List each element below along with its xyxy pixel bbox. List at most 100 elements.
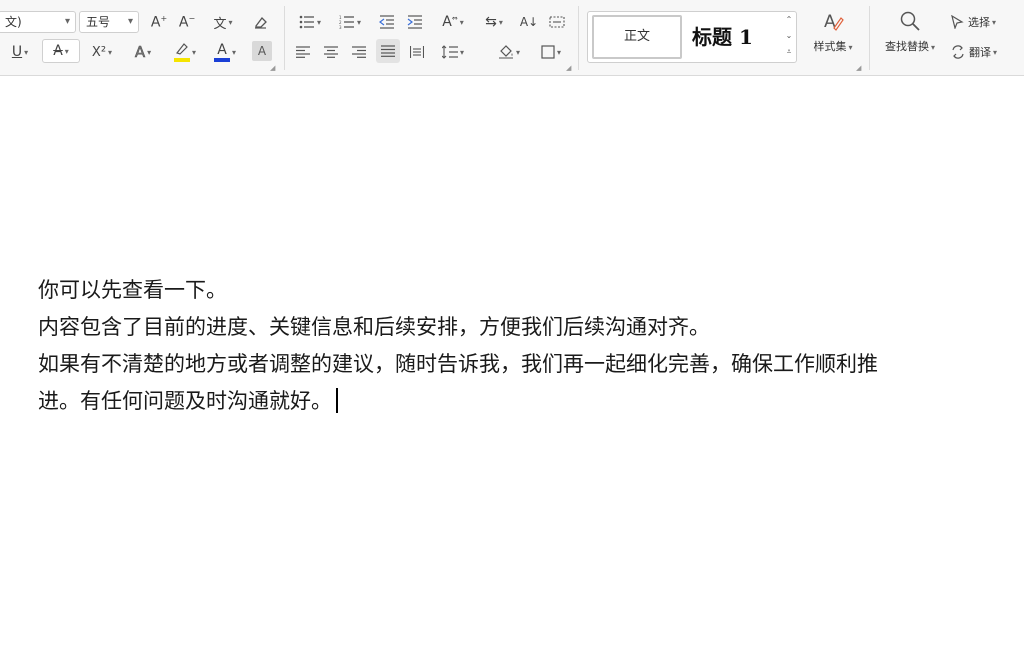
cursor-arrow-icon: [951, 15, 964, 29]
align-right-icon: [352, 46, 366, 58]
group-separator: [284, 6, 285, 70]
chevron-down-icon: ▾: [459, 47, 464, 57]
decrease-indent-button[interactable]: [376, 10, 398, 34]
chevron-down-icon: ▾: [108, 47, 113, 57]
font-size-select[interactable]: 五号 ▾: [79, 11, 139, 33]
translate-label: 翻译: [969, 46, 991, 59]
gallery-scroll-up-button[interactable]: ⌃: [784, 15, 794, 24]
paint-bucket-icon: [498, 45, 513, 59]
paragraph-dialog-launcher[interactable]: ◢: [566, 65, 571, 72]
justify-button[interactable]: [376, 39, 400, 63]
styles-set-button[interactable]: A 样式集 ▾: [804, 10, 862, 62]
chevron-down-icon: ▾: [24, 47, 29, 57]
eraser-icon: [255, 17, 267, 29]
grow-font-icon: A+: [150, 13, 168, 31]
justify-icon: [381, 45, 395, 57]
distribute-button[interactable]: [406, 40, 428, 64]
underline-button[interactable]: U ▾: [4, 40, 36, 64]
shrink-font-icon: A−: [178, 13, 196, 31]
group-separator: [578, 6, 579, 70]
font-name-select[interactable]: 文) ▾: [0, 11, 76, 33]
chevron-down-icon: ▾: [64, 46, 69, 56]
text-direction-button[interactable]: ⇆ ▾: [478, 10, 510, 34]
border-icon: [541, 45, 555, 59]
line-spacing-icon: [441, 45, 458, 59]
style-normal-label: 正文: [623, 29, 650, 44]
distribute-icon: [410, 46, 424, 58]
find-replace-label: 查找替换: [884, 40, 929, 53]
sort-button[interactable]: A↓: [518, 10, 540, 34]
text-effect-icon: A: [134, 43, 146, 62]
borders-button[interactable]: ▾: [534, 40, 568, 64]
line-spacing-button[interactable]: ▾: [436, 40, 470, 64]
chevron-down-icon: ▾: [356, 17, 361, 27]
superscript-button[interactable]: X² ▾: [86, 40, 118, 64]
chevron-down-icon: ▾: [64, 16, 70, 27]
chevron-down-icon: ▾: [992, 17, 997, 27]
strikethrough-icon: A: [53, 43, 63, 59]
phonetic-icon: 文: [213, 16, 227, 32]
align-right-button[interactable]: [348, 40, 370, 64]
font-dialog-launcher[interactable]: ◢: [270, 65, 275, 72]
find-replace-button[interactable]: 查找替换 ▾: [876, 10, 944, 62]
translate-button[interactable]: 翻译 ▾: [950, 40, 1016, 64]
numbered-list-icon: 123: [339, 15, 354, 29]
translate-icon: [952, 45, 964, 59]
chevron-down-icon: ▾: [147, 47, 152, 57]
chevron-down-icon: ▾: [127, 16, 133, 27]
group-separator: [869, 6, 870, 70]
paragraph-marks-icon: [549, 16, 565, 28]
chevron-down-icon: ▾: [848, 43, 853, 52]
chevron-down-icon: ▾: [231, 47, 236, 57]
document-line: 如果有不清楚的地方或者调整的建议，随时告诉我，我们再一起细化完善，确保工作顺利推: [38, 352, 878, 376]
grow-font-button[interactable]: A+: [148, 10, 170, 34]
gallery-expand-button[interactable]: ⩡: [784, 47, 794, 57]
shading-button[interactable]: ▾: [492, 40, 526, 64]
align-left-button[interactable]: [292, 40, 314, 64]
chinese-layout-icon: A⇔: [442, 14, 458, 30]
numbering-button[interactable]: 1 2 3 ▾: [334, 10, 366, 34]
superscript-icon: X²: [91, 44, 107, 60]
text-caret: [336, 388, 338, 413]
chevron-down-icon: ▾: [191, 47, 196, 57]
chevron-down-icon: ▾: [228, 17, 233, 27]
document-line-last: 进。有任何问题及时沟通就好。: [38, 383, 1024, 420]
document-line: 你可以先查看一下。: [38, 278, 227, 302]
chevron-down-icon: ▾: [515, 47, 520, 57]
char-shading-button[interactable]: A: [252, 41, 272, 61]
style-heading-label: 标题 1: [692, 25, 753, 49]
char-shading-icon: A: [257, 44, 267, 58]
font-color-icon: A: [213, 42, 230, 62]
strikethrough-button[interactable]: A ▾: [42, 39, 80, 63]
select-button[interactable]: 选择 ▾: [950, 10, 1012, 34]
document-line: 内容包含了目前的进度、关键信息和后续安排，方便我们后续沟通对齐。: [38, 315, 710, 339]
search-icon: [900, 11, 920, 31]
style-heading-1[interactable]: 标题 1: [692, 15, 778, 59]
increase-indent-button[interactable]: [404, 10, 426, 34]
decrease-indent-icon: [379, 15, 394, 29]
document-body[interactable]: 你可以先查看一下。 内容包含了目前的进度、关键信息和后续安排，方便我们后续沟通对…: [38, 272, 1024, 420]
gallery-scroll-down-button[interactable]: ⌄: [784, 31, 794, 40]
style-normal[interactable]: 正文: [592, 15, 682, 59]
bullets-button[interactable]: ▾: [294, 10, 326, 34]
chevron-down-icon: ▾: [498, 17, 503, 27]
chevron-down-icon: ▾: [930, 43, 935, 52]
document-line-text: 进。有任何问题及时沟通就好。: [38, 389, 332, 413]
select-label: 选择: [968, 16, 990, 29]
styles-gallery: 正文 标题 1 ⌃ ⌄ ⩡: [587, 11, 797, 63]
chevron-down-icon: ▾: [993, 47, 998, 57]
chevron-down-icon: ▾: [459, 17, 464, 27]
font-color-button[interactable]: A ▾: [208, 40, 242, 64]
clear-format-button[interactable]: [248, 10, 272, 34]
underline-icon: U: [11, 44, 23, 60]
styles-dialog-launcher[interactable]: ◢: [856, 65, 861, 72]
show-marks-button[interactable]: [546, 10, 568, 34]
align-center-button[interactable]: [320, 40, 342, 64]
ribbon-toolbar: 文) ▾ 五号 ▾ A+ A− 文 ▾ U ▾ A ▾ X² ▾ A ▾ ▾ A ▾: [0, 0, 1024, 76]
chinese-layout-button[interactable]: A⇔ ▾: [436, 10, 470, 34]
highlight-button[interactable]: ▾: [168, 40, 202, 64]
phonetic-guide-button[interactable]: 文 ▾: [206, 10, 240, 34]
text-effect-button[interactable]: A ▾: [126, 40, 160, 64]
sort-icon: A↓: [519, 15, 539, 29]
shrink-font-button[interactable]: A−: [176, 10, 198, 34]
